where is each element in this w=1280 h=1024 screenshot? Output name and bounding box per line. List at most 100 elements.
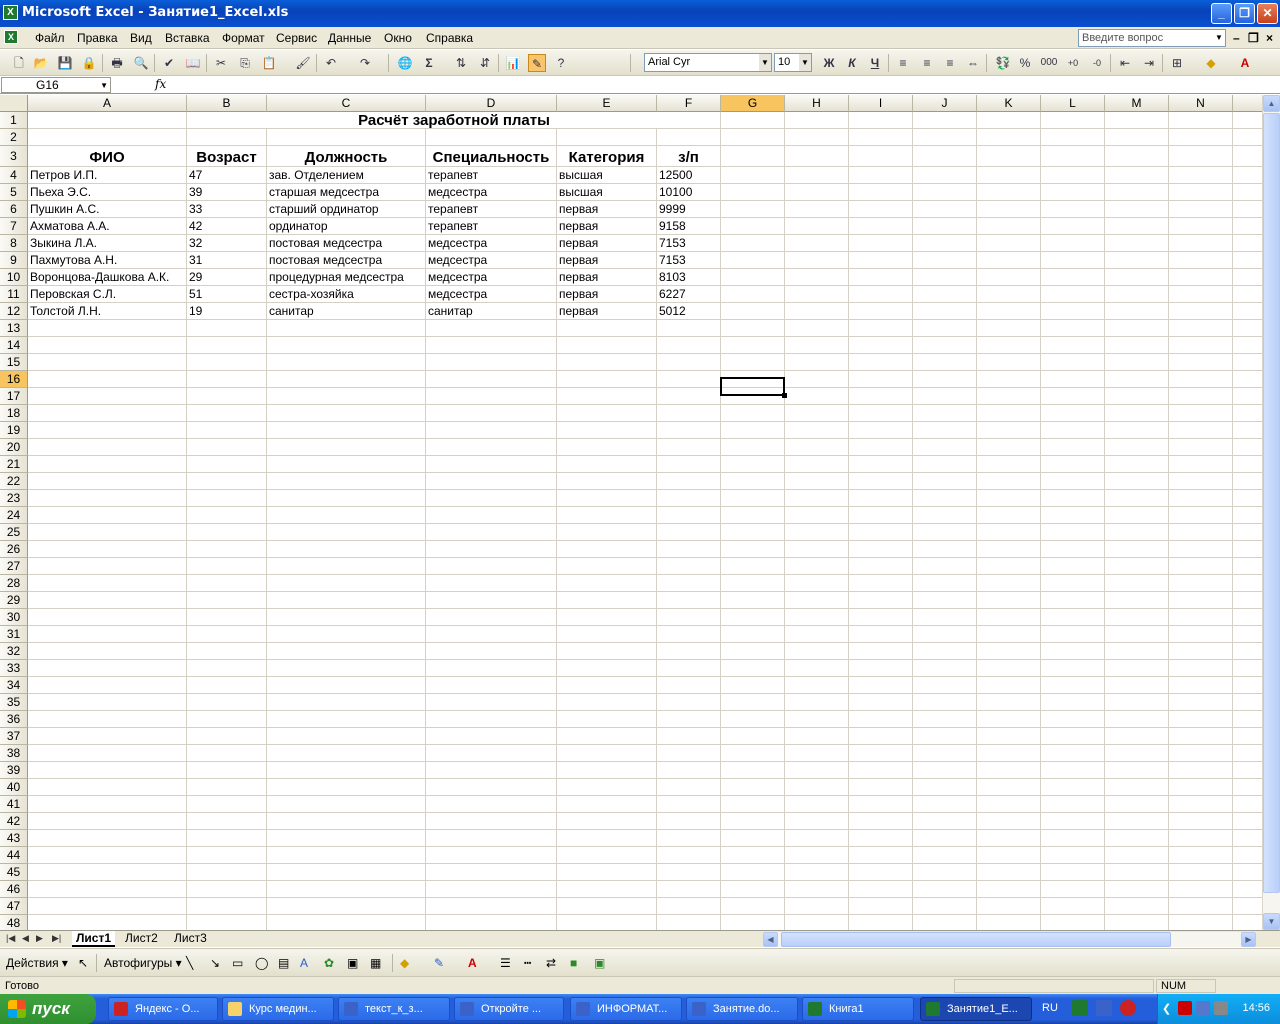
cell-position[interactable]: санитар [267,303,314,320]
line-icon[interactable]: ╲ [186,956,193,970]
currency-icon[interactable]: 💱 [994,54,1012,72]
cell-age[interactable]: 39 [187,184,202,201]
row-header-16[interactable]: 16 [0,371,28,388]
research-icon[interactable]: 📖 [184,54,202,72]
decrease-indent-icon[interactable]: ⇤ [1116,54,1134,72]
menu-insert[interactable]: Вставка [165,31,210,45]
font-size-select[interactable]: 10 ▼ [774,53,812,72]
ask-question-input[interactable]: Введите вопрос ▼ [1078,29,1226,47]
column-header-j[interactable]: J [913,95,977,112]
cell-specialty[interactable]: медсестра [426,252,487,269]
task-excel-active[interactable]: Занятие1_E... [920,997,1032,1021]
chart-wizard-icon[interactable]: 📊 [504,54,522,72]
minimize-button[interactable]: _ [1211,3,1232,24]
cell-category[interactable]: первая [557,201,598,218]
row-header-6[interactable]: 6 [0,201,28,218]
cell-category[interactable]: высшая [557,167,603,184]
doc-minimize-button[interactable]: – [1233,31,1240,45]
redo-icon[interactable]: ↷ [356,54,374,72]
cell-salary[interactable]: 7153 [657,235,686,252]
select-all-corner[interactable] [0,95,28,112]
cell-age[interactable]: 33 [187,201,202,218]
row-header-8[interactable]: 8 [0,235,28,252]
network-icon[interactable] [1196,1001,1210,1015]
header-cell-specialty[interactable]: Специальность [426,146,556,166]
3d-icon[interactable]: ▣ [594,956,605,970]
antivirus-icon[interactable] [1178,1001,1192,1015]
shadow-icon[interactable]: ■ [570,956,577,970]
menu-tools[interactable]: Сервис [276,31,317,45]
rectangle-icon[interactable]: ▭ [232,956,243,970]
cell-age[interactable]: 42 [187,218,202,235]
maximize-button[interactable]: ❐ [1234,3,1255,24]
cell-fio[interactable]: Петров И.П. [28,167,97,184]
bold-button[interactable]: Ж [820,54,838,72]
scroll-right-icon[interactable]: ▶ [1241,932,1256,947]
row-header-11[interactable]: 11 [0,286,28,303]
menu-data[interactable]: Данные [328,31,371,45]
menu-file[interactable]: Файл [35,31,65,45]
row-header-13[interactable]: 13 [0,320,28,337]
cell-age[interactable]: 19 [187,303,202,320]
column-header-a[interactable]: A [28,95,187,112]
row-header-14[interactable]: 14 [0,337,28,354]
oval-icon[interactable]: ◯ [255,956,268,970]
row-header-44[interactable]: 44 [0,847,28,864]
row-header-28[interactable]: 28 [0,575,28,592]
cell-age[interactable]: 51 [187,286,202,303]
increase-decimal-icon[interactable]: +0 [1064,54,1082,72]
column-header-l[interactable]: L [1041,95,1105,112]
cell-salary[interactable]: 10100 [657,184,692,201]
column-header-partial[interactable] [1233,95,1262,112]
align-right-icon[interactable]: ≡ [941,54,959,72]
cell-salary[interactable]: 9158 [657,218,686,235]
task-word-zanyatie[interactable]: Занятие.do... [686,997,798,1021]
row-header-45[interactable]: 45 [0,864,28,881]
column-header-g[interactable]: G [721,95,785,112]
merge-center-icon[interactable]: ⇔ [964,54,982,72]
cell-position[interactable]: ординатор [267,218,328,235]
chevron-down-icon[interactable]: ▼ [759,54,771,71]
spelling-icon[interactable]: ✔ [160,54,178,72]
horizontal-scrollbar[interactable]: ◀ ▶ [763,932,1256,947]
header-cell-salary[interactable]: з/п [657,146,720,166]
task-word-open[interactable]: Откройте ... [454,997,564,1021]
last-sheet-icon[interactable]: ▶| [52,933,61,944]
header-cell-position[interactable]: Должность [267,146,425,166]
row-header-43[interactable]: 43 [0,830,28,847]
arrow-icon[interactable]: ↘ [210,956,220,970]
vertical-scrollbar[interactable]: ▲ ▼ [1262,95,1280,930]
column-header-e[interactable]: E [557,95,657,112]
row-header-3[interactable]: 3 [0,146,28,167]
cell-category[interactable]: высшая [557,184,603,201]
first-sheet-icon[interactable]: |◀ [6,933,15,944]
column-header-m[interactable]: M [1105,95,1169,112]
cell-fio[interactable]: Воронцова-Дашкова А.К. [28,269,169,286]
row-header-1[interactable]: 1 [0,112,28,129]
cell-salary[interactable]: 7153 [657,252,686,269]
sort-ascending-icon[interactable]: ⇅ [452,54,470,72]
fx-icon[interactable]: fx [155,77,166,91]
row-header-18[interactable]: 18 [0,405,28,422]
tab-sheet3[interactable]: Лист3 [170,931,211,947]
close-button[interactable]: ✕ [1257,3,1278,24]
align-left-icon[interactable]: ≡ [894,54,912,72]
cell-age[interactable]: 31 [187,252,202,269]
cell-category[interactable]: первая [557,269,598,286]
cell-position[interactable]: сестра-хозяйка [267,286,354,303]
row-header-17[interactable]: 17 [0,388,28,405]
format-painter-icon[interactable]: 🖌 [294,54,312,72]
tray-chevron-icon[interactable]: ❮ [1162,1002,1171,1015]
cell-age[interactable]: 47 [187,167,202,184]
cell-fio[interactable]: Перовская С.Л. [28,286,116,303]
row-header-12[interactable]: 12 [0,303,28,320]
copy-icon[interactable]: ⎘ [236,54,254,72]
fill-color-draw-icon[interactable]: ◆ [400,956,409,970]
cell-salary[interactable]: 6227 [657,286,686,303]
percent-button[interactable]: % [1016,54,1034,72]
task-folder[interactable]: Курс медин... [222,997,334,1021]
row-header-34[interactable]: 34 [0,677,28,694]
cell-category[interactable]: первая [557,218,598,235]
task-word-text[interactable]: текст_к_з... [338,997,450,1021]
row-header-39[interactable]: 39 [0,762,28,779]
